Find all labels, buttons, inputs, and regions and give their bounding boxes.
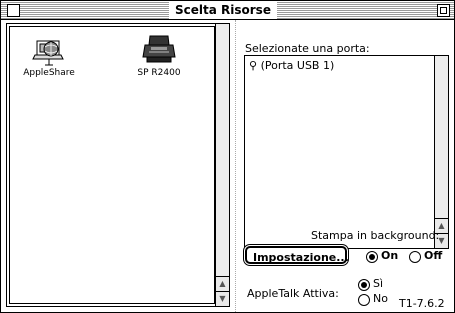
- zoom-box-icon[interactable]: [437, 4, 450, 17]
- resource-label: SP R2400: [135, 68, 183, 78]
- resource-scrollbar[interactable]: ▲ ▼: [215, 24, 229, 306]
- window-title: Scelta Risorse: [169, 1, 277, 19]
- background-print-label: Stampa in background:: [311, 229, 440, 242]
- resource-label: AppleShare: [23, 68, 75, 78]
- resource-printer[interactable]: SP R2400: [127, 33, 191, 78]
- background-on-radio[interactable]: [366, 251, 378, 263]
- appletalk-no-radio[interactable]: [358, 294, 370, 306]
- scroll-down-arrow-icon[interactable]: ▼: [216, 291, 229, 306]
- port-scrollbar[interactable]: ▲ ▼: [434, 56, 448, 248]
- version-label: T1-7.6.2: [399, 297, 445, 310]
- usb-icon: ⚲: [249, 59, 258, 72]
- background-off-label: Off: [424, 249, 443, 262]
- pane-divider: [235, 20, 236, 312]
- port-list[interactable]: ⚲ (Porta USB 1) ▲ ▼: [244, 55, 449, 249]
- appleshare-icon: [32, 40, 64, 66]
- printer-icon: [142, 35, 176, 63]
- chooser-window: Scelta Risorse AppleShare SP R2400 ▲ ▼ S…: [0, 0, 455, 313]
- appletalk-label: AppleTalk Attiva:: [247, 287, 339, 300]
- scroll-up-arrow-icon[interactable]: ▲: [216, 276, 229, 291]
- setup-button[interactable]: Impostazione...: [245, 246, 349, 264]
- appletalk-no-label: No: [373, 292, 388, 305]
- resource-appleshare[interactable]: AppleShare: [17, 33, 81, 78]
- background-on-label: On: [381, 249, 399, 262]
- close-box-icon[interactable]: [7, 4, 20, 17]
- window-content: AppleShare SP R2400 ▲ ▼ Selezionate una …: [1, 20, 454, 312]
- resource-pane: AppleShare SP R2400 ▲ ▼: [6, 23, 230, 307]
- background-off-radio[interactable]: [409, 251, 421, 263]
- port-prompt: Selezionate una porta:: [245, 42, 370, 55]
- appletalk-yes-radio[interactable]: [358, 279, 370, 291]
- resource-list[interactable]: AppleShare SP R2400: [9, 26, 215, 304]
- port-label: (Porta USB 1): [260, 59, 335, 72]
- title-bar[interactable]: Scelta Risorse: [1, 1, 454, 20]
- appletalk-yes-label: Sì: [373, 277, 384, 290]
- port-item[interactable]: ⚲ (Porta USB 1): [249, 59, 334, 72]
